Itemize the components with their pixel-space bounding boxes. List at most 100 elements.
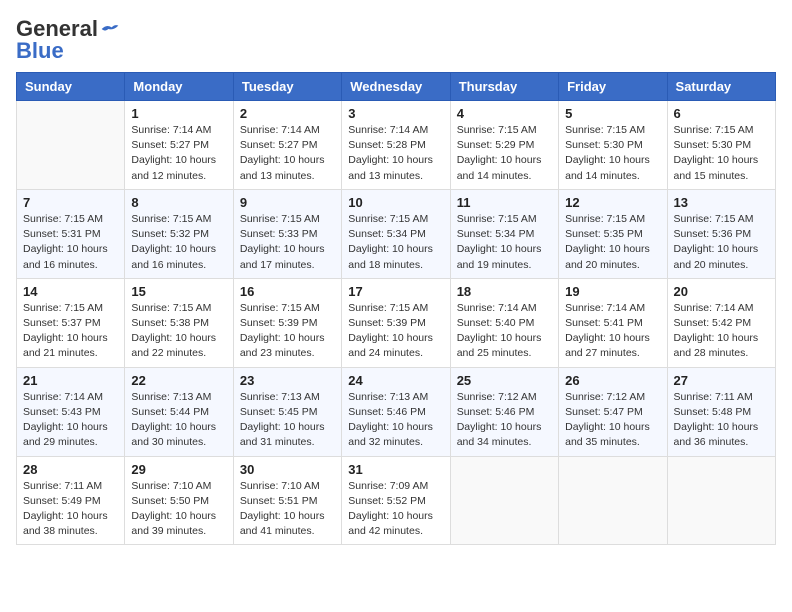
- calendar-cell: [17, 101, 125, 190]
- day-info: Sunrise: 7:15 AM Sunset: 5:29 PM Dayligh…: [457, 123, 552, 184]
- calendar-cell: [450, 456, 558, 545]
- day-info: Sunrise: 7:15 AM Sunset: 5:38 PM Dayligh…: [131, 301, 226, 362]
- day-info: Sunrise: 7:14 AM Sunset: 5:42 PM Dayligh…: [674, 301, 769, 362]
- calendar-cell: 10Sunrise: 7:15 AM Sunset: 5:34 PM Dayli…: [342, 189, 450, 278]
- week-row-3: 14 Sunrise: 7:15 AM Sunset: 5:37 PM Dayli…: [17, 278, 776, 367]
- day-info: Sunrise: 7:15 AM Sunset: 5:34 PM Dayligh…: [348, 212, 443, 273]
- day-number: 27: [674, 373, 769, 388]
- day-info: Sunrise: 7:14 AM Sunset: 5:41 PM Dayligh…: [565, 301, 660, 362]
- day-number: 12: [565, 195, 660, 210]
- calendar-table: SundayMondayTuesdayWednesdayThursdayFrid…: [16, 72, 776, 545]
- day-number: 2: [240, 106, 335, 121]
- day-number: 21: [23, 373, 118, 388]
- calendar-header-wednesday: Wednesday: [342, 73, 450, 101]
- day-info: Sunrise: 7:11 AM Sunset: 5:49 PM Dayligh…: [23, 479, 118, 540]
- day-info: Sunrise: 7:13 AM Sunset: 5:44 PM Dayligh…: [131, 390, 226, 451]
- week-row-1: 1 Sunrise: 7:14 AM Sunset: 5:27 PM Daylig…: [17, 101, 776, 190]
- day-number: 23: [240, 373, 335, 388]
- calendar-cell: 9 Sunrise: 7:15 AM Sunset: 5:33 PM Daylig…: [233, 189, 341, 278]
- calendar-cell: 16 Sunrise: 7:15 AM Sunset: 5:39 PM Dayli…: [233, 278, 341, 367]
- calendar-cell: 14 Sunrise: 7:15 AM Sunset: 5:37 PM Dayli…: [17, 278, 125, 367]
- day-number: 20: [674, 284, 769, 299]
- day-number: 15: [131, 284, 226, 299]
- calendar-cell: 20 Sunrise: 7:14 AM Sunset: 5:42 PM Dayli…: [667, 278, 775, 367]
- day-number: 11: [457, 195, 552, 210]
- day-info: Sunrise: 7:14 AM Sunset: 5:27 PM Dayligh…: [240, 123, 335, 184]
- week-row-5: 28 Sunrise: 7:11 AM Sunset: 5:49 PM Dayli…: [17, 456, 776, 545]
- logo: General Blue: [16, 16, 120, 64]
- week-row-2: 7 Sunrise: 7:15 AM Sunset: 5:31 PM Daylig…: [17, 189, 776, 278]
- calendar-cell: 27 Sunrise: 7:11 AM Sunset: 5:48 PM Dayli…: [667, 367, 775, 456]
- calendar-cell: 17 Sunrise: 7:15 AM Sunset: 5:39 PM Dayli…: [342, 278, 450, 367]
- calendar-cell: 1 Sunrise: 7:14 AM Sunset: 5:27 PM Daylig…: [125, 101, 233, 190]
- day-info: Sunrise: 7:11 AM Sunset: 5:48 PM Dayligh…: [674, 390, 769, 451]
- calendar-cell: 24Sunrise: 7:13 AM Sunset: 5:46 PM Dayli…: [342, 367, 450, 456]
- day-info: Sunrise: 7:12 AM Sunset: 5:47 PM Dayligh…: [565, 390, 660, 451]
- calendar-cell: 28 Sunrise: 7:11 AM Sunset: 5:49 PM Dayli…: [17, 456, 125, 545]
- day-number: 22: [131, 373, 226, 388]
- calendar-cell: 30 Sunrise: 7:10 AM Sunset: 5:51 PM Dayli…: [233, 456, 341, 545]
- calendar-header-monday: Monday: [125, 73, 233, 101]
- day-number: 1: [131, 106, 226, 121]
- page-header: General Blue: [16, 16, 776, 64]
- week-row-4: 21 Sunrise: 7:14 AM Sunset: 5:43 PM Dayli…: [17, 367, 776, 456]
- day-info: Sunrise: 7:15 AM Sunset: 5:31 PM Dayligh…: [23, 212, 118, 273]
- day-info: Sunrise: 7:13 AM Sunset: 5:46 PM Dayligh…: [348, 390, 443, 451]
- calendar-cell: 21 Sunrise: 7:14 AM Sunset: 5:43 PM Dayli…: [17, 367, 125, 456]
- day-info: Sunrise: 7:09 AM Sunset: 5:52 PM Dayligh…: [348, 479, 443, 540]
- day-number: 30: [240, 462, 335, 477]
- day-info: Sunrise: 7:15 AM Sunset: 5:36 PM Dayligh…: [674, 212, 769, 273]
- day-info: Sunrise: 7:14 AM Sunset: 5:27 PM Dayligh…: [131, 123, 226, 184]
- day-info: Sunrise: 7:15 AM Sunset: 5:32 PM Dayligh…: [131, 212, 226, 273]
- day-number: 4: [457, 106, 552, 121]
- logo-blue: Blue: [16, 38, 64, 64]
- day-number: 9: [240, 195, 335, 210]
- calendar-cell: 15 Sunrise: 7:15 AM Sunset: 5:38 PM Dayli…: [125, 278, 233, 367]
- day-info: Sunrise: 7:14 AM Sunset: 5:40 PM Dayligh…: [457, 301, 552, 362]
- day-number: 17: [348, 284, 443, 299]
- calendar-cell: 12 Sunrise: 7:15 AM Sunset: 5:35 PM Dayli…: [559, 189, 667, 278]
- calendar-cell: [667, 456, 775, 545]
- calendar-header-saturday: Saturday: [667, 73, 775, 101]
- day-info: Sunrise: 7:12 AM Sunset: 5:46 PM Dayligh…: [457, 390, 552, 451]
- calendar-cell: 11 Sunrise: 7:15 AM Sunset: 5:34 PM Dayli…: [450, 189, 558, 278]
- logo-bird-icon: [100, 22, 120, 36]
- day-number: 28: [23, 462, 118, 477]
- calendar-cell: 6Sunrise: 7:15 AM Sunset: 5:30 PM Daylig…: [667, 101, 775, 190]
- day-info: Sunrise: 7:15 AM Sunset: 5:35 PM Dayligh…: [565, 212, 660, 273]
- day-info: Sunrise: 7:14 AM Sunset: 5:28 PM Dayligh…: [348, 123, 443, 184]
- day-number: 14: [23, 284, 118, 299]
- day-info: Sunrise: 7:15 AM Sunset: 5:30 PM Dayligh…: [565, 123, 660, 184]
- day-number: 5: [565, 106, 660, 121]
- day-info: Sunrise: 7:15 AM Sunset: 5:39 PM Dayligh…: [348, 301, 443, 362]
- day-number: 19: [565, 284, 660, 299]
- day-info: Sunrise: 7:15 AM Sunset: 5:30 PM Dayligh…: [674, 123, 769, 184]
- calendar-cell: 29 Sunrise: 7:10 AM Sunset: 5:50 PM Dayli…: [125, 456, 233, 545]
- day-number: 29: [131, 462, 226, 477]
- day-info: Sunrise: 7:13 AM Sunset: 5:45 PM Dayligh…: [240, 390, 335, 451]
- calendar-header-row: SundayMondayTuesdayWednesdayThursdayFrid…: [17, 73, 776, 101]
- calendar-header-sunday: Sunday: [17, 73, 125, 101]
- day-number: 13: [674, 195, 769, 210]
- calendar-cell: 13 Sunrise: 7:15 AM Sunset: 5:36 PM Dayli…: [667, 189, 775, 278]
- calendar-header-friday: Friday: [559, 73, 667, 101]
- day-info: Sunrise: 7:10 AM Sunset: 5:51 PM Dayligh…: [240, 479, 335, 540]
- day-number: 3: [348, 106, 443, 121]
- calendar-header-tuesday: Tuesday: [233, 73, 341, 101]
- calendar-cell: 19 Sunrise: 7:14 AM Sunset: 5:41 PM Dayli…: [559, 278, 667, 367]
- day-number: 16: [240, 284, 335, 299]
- calendar-cell: [559, 456, 667, 545]
- day-number: 7: [23, 195, 118, 210]
- calendar-cell: 18Sunrise: 7:14 AM Sunset: 5:40 PM Dayli…: [450, 278, 558, 367]
- calendar-header-thursday: Thursday: [450, 73, 558, 101]
- calendar-cell: 8Sunrise: 7:15 AM Sunset: 5:32 PM Daylig…: [125, 189, 233, 278]
- day-number: 25: [457, 373, 552, 388]
- day-info: Sunrise: 7:15 AM Sunset: 5:39 PM Dayligh…: [240, 301, 335, 362]
- calendar-cell: 7 Sunrise: 7:15 AM Sunset: 5:31 PM Daylig…: [17, 189, 125, 278]
- day-info: Sunrise: 7:15 AM Sunset: 5:37 PM Dayligh…: [23, 301, 118, 362]
- calendar-cell: 4 Sunrise: 7:15 AM Sunset: 5:29 PM Daylig…: [450, 101, 558, 190]
- day-info: Sunrise: 7:10 AM Sunset: 5:50 PM Dayligh…: [131, 479, 226, 540]
- day-info: Sunrise: 7:15 AM Sunset: 5:33 PM Dayligh…: [240, 212, 335, 273]
- day-info: Sunrise: 7:15 AM Sunset: 5:34 PM Dayligh…: [457, 212, 552, 273]
- day-info: Sunrise: 7:14 AM Sunset: 5:43 PM Dayligh…: [23, 390, 118, 451]
